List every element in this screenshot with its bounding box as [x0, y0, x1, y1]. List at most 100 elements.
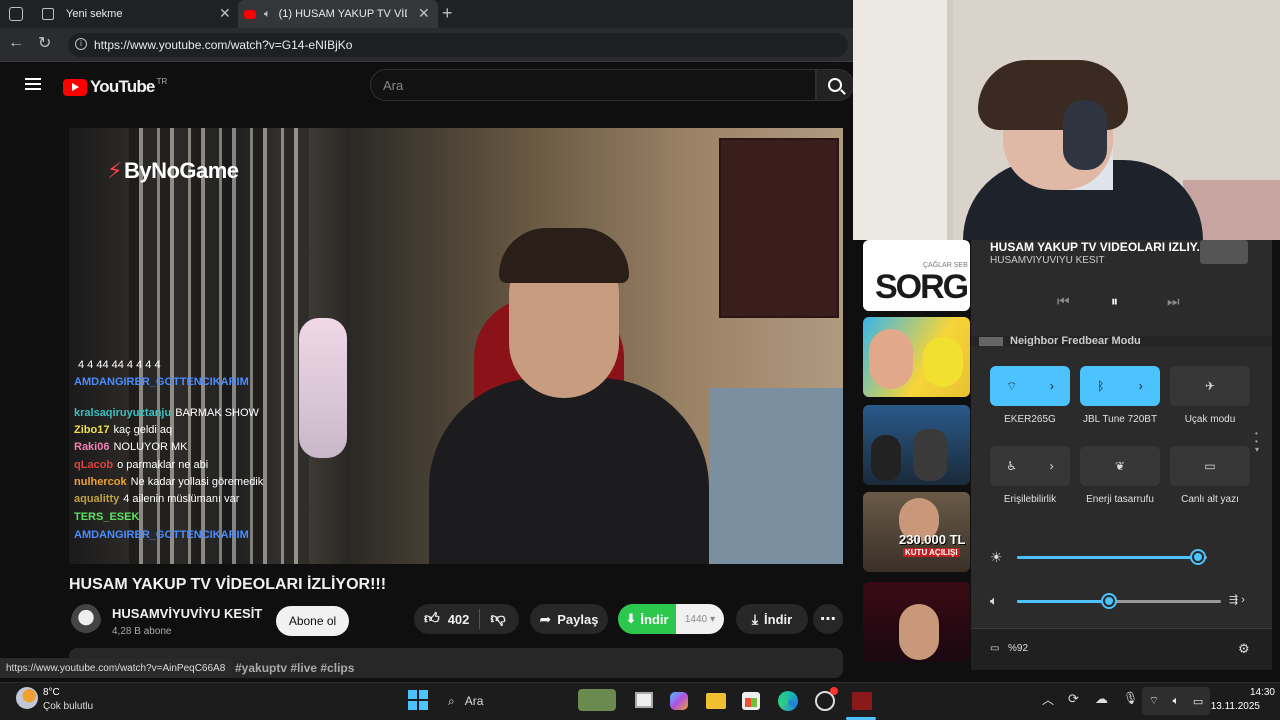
brightness-slider[interactable] [1017, 556, 1207, 559]
chat-username: nulhercok [74, 476, 127, 488]
chevron-down-icon: ▾ [710, 613, 716, 625]
wall-poster [719, 138, 839, 318]
search-button[interactable] [816, 69, 854, 101]
tab-youtube[interactable]: 🔈︎ (1) HUSAM YAKUP TV VİDEO ✕ [238, 0, 438, 28]
brightness-thumb[interactable] [1191, 551, 1204, 563]
microphone-icon[interactable]: 🎙︎ [1123, 691, 1138, 705]
task-view-icon[interactable] [635, 692, 653, 708]
weather-cloud-icon [16, 687, 38, 709]
back-arrow-icon[interactable]: ← [8, 34, 24, 52]
speaker-icon[interactable]: 🔈︎ [264, 8, 271, 21]
chevron-up-icon[interactable]: ︿ [1042, 691, 1054, 708]
green-download-button[interactable]: ⬇ İndir [618, 604, 676, 634]
chat-message: Raki06 NOLUYOR MK [74, 439, 187, 456]
copilot-icon[interactable] [670, 692, 688, 710]
volume-thumb[interactable] [1102, 595, 1115, 607]
share-button[interactable]: ➦ Paylaş [530, 604, 608, 634]
like-count[interactable]: 402 [448, 612, 470, 627]
share-label: Paylaş [557, 611, 599, 627]
quick-settings-footer: ▭ %92 ⚙︎ [971, 628, 1272, 670]
chevron-right-icon[interactable]: › [1050, 459, 1054, 473]
pause-icon[interactable]: ⏸ [1111, 293, 1118, 310]
subscribe-button[interactable]: Abone ol [276, 606, 349, 636]
download-arrow-icon: ⬇ [625, 611, 637, 626]
chat-message: qLacob o parmaklar ne abi [74, 457, 208, 474]
quick-tile-label: EKER265G [1004, 414, 1056, 425]
clock-time[interactable]: 14:30 [1215, 687, 1275, 698]
windows-start-icon[interactable] [408, 690, 428, 710]
recommendation-thumbnail[interactable] [863, 317, 970, 397]
door [853, 0, 953, 240]
file-explorer-icon[interactable] [706, 693, 726, 709]
caption-icon: ▭ [1204, 459, 1216, 473]
opera-gx-icon[interactable] [815, 687, 838, 711]
chat-username: AMDANGIRER_GOTTENCIKARIM [74, 376, 249, 388]
chat-message: 4 4 44 44 4 4 4 4 [74, 357, 161, 374]
hamburger-menu-icon[interactable] [25, 78, 41, 90]
taskbar-search[interactable]: ⌕ Ara [440, 689, 616, 713]
thumb-subtitle: KUTU AÇILIŞI [903, 548, 960, 557]
volume-slider[interactable] [1017, 600, 1221, 603]
site-info-icon[interactable]: i [75, 38, 87, 50]
url-text: https://www.youtube.com/watch?v=G14-eNIB… [94, 38, 353, 52]
page-dots-icon[interactable]: • • ▾ [1255, 430, 1261, 454]
chevron-right-icon[interactable]: › [1050, 379, 1054, 393]
quick-tile-jbl-tune-720bt[interactable]: ᛒ › [1080, 366, 1160, 406]
taskbar: 8°C Çok bulutlu ⌕ Ara ︿ ⟳ ☁︎ 🎙︎ ⌔ 🔈︎ ▭ 14:3… [0, 682, 1280, 720]
thumb-face [869, 329, 913, 389]
search-input[interactable]: Ara [370, 69, 816, 101]
chat-username: aqualitty [74, 493, 120, 505]
quality-select[interactable]: 1440 ▾ [676, 604, 724, 634]
new-tab-button[interactable]: + [442, 3, 453, 24]
channel-name[interactable]: HUSAMVİYUVİYU KESİT [112, 606, 262, 621]
close-icon[interactable]: ✕ [219, 5, 231, 22]
weather-temp[interactable]: 8°C [43, 687, 60, 698]
chat-message: TERS_ESEK [74, 509, 143, 526]
onedrive-cloud-icon[interactable]: ☁︎ [1095, 691, 1108, 707]
chat-message: kralsaqiruyuztanju BARMAK SHOW [74, 405, 259, 422]
media-app-icon[interactable] [852, 692, 872, 710]
url-field[interactable]: i https://www.youtube.com/watch?v=G14-eN… [68, 33, 848, 57]
youtube-favicon-icon [244, 9, 256, 19]
recommendation-thumbnail[interactable] [863, 405, 970, 485]
quick-tile-enerji-tasarrufu[interactable]: ❦ [1080, 446, 1160, 486]
thumbs-down-icon[interactable]: 👎︎ [490, 610, 505, 628]
sync-icon[interactable]: ⟳ [1068, 691, 1079, 707]
next-track-icon[interactable]: ⏭ [1167, 293, 1180, 310]
hashtags[interactable]: #yakuptv #live #clips [235, 661, 354, 675]
quick-tile-eri-ilebilirlik[interactable]: ♿︎ › [990, 446, 1070, 486]
media-flyout: HUSAM YAKUP TV VIDEOLARI IZLIY... HUSAMV… [971, 240, 1272, 336]
settings-gear-icon[interactable]: ⚙︎ [1238, 641, 1250, 657]
more-actions-button[interactable]: ⋯ [813, 604, 843, 634]
reload-icon[interactable]: ↻ [38, 33, 51, 53]
recommendation-thumbnail[interactable]: 230.000 TL KUTU AÇILIŞI [863, 492, 970, 572]
chat-text: kaç geldi aq [113, 424, 173, 436]
tab-new-tab[interactable]: Yeni sekme ✕ [36, 0, 236, 28]
chevron-right-icon[interactable]: › [1139, 379, 1143, 393]
edge-icon[interactable] [778, 691, 798, 711]
channel-avatar[interactable] [71, 604, 101, 638]
thumbs-up-icon[interactable]: 👍︎ [424, 610, 440, 628]
download-button[interactable]: ⤓ İndir [736, 604, 808, 634]
thumb-face [899, 604, 939, 660]
audio-output-icon[interactable]: ⇶ › [1229, 593, 1245, 606]
chat-message: nulhercok Ne kadar yollasi göremedik [74, 474, 263, 491]
weather-desc[interactable]: Çok bulutlu [43, 701, 93, 712]
store-icon[interactable] [742, 692, 760, 710]
clock-date[interactable]: 13.11.2025 [1200, 701, 1260, 712]
close-icon[interactable]: ✕ [418, 5, 430, 22]
battery-icon[interactable]: ▭ [990, 643, 999, 654]
search-icon [828, 78, 846, 95]
quick-tile-u-ak-modu[interactable]: ✈︎ [1170, 366, 1250, 406]
download-label: İndir [764, 611, 793, 627]
recommendation-thumbnail[interactable] [863, 582, 970, 662]
tab-actions-icon[interactable] [9, 7, 23, 21]
quick-tile-canl-alt-yaz-[interactable]: ▭ [1170, 446, 1250, 486]
youtube-logo[interactable]: YouTube TR [63, 77, 167, 97]
quality-value: 1440 [684, 613, 708, 625]
previous-track-icon[interactable]: ⏮ [1057, 293, 1070, 310]
volume-icon[interactable]: 🔈︎ [990, 593, 998, 609]
recommendation-thumbnail[interactable]: ÇAĞLAR SEB SORG [863, 240, 970, 311]
more-dots-icon: ⋯ [820, 611, 836, 628]
quick-tile-eker265g[interactable]: ⌔ › [990, 366, 1070, 406]
